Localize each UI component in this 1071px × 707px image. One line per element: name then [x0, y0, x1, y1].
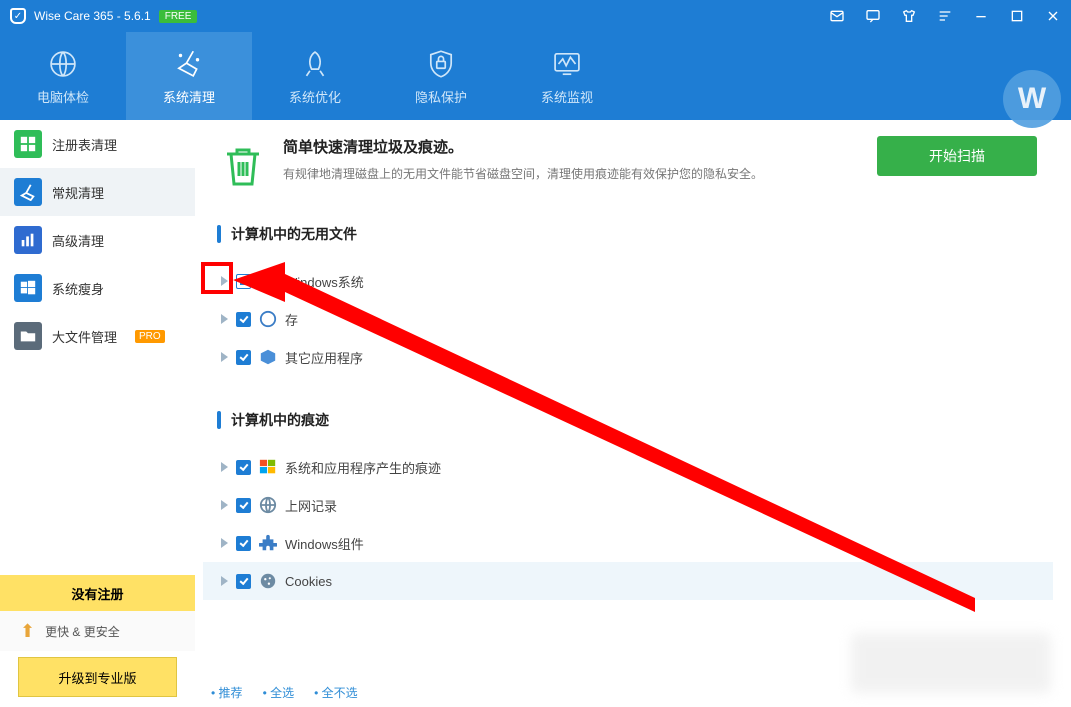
sidebar-label: 常规清理: [52, 183, 104, 202]
title-bar: ✓ Wise Care 365 - 5.6.1 FREE: [0, 0, 1071, 32]
sidebar-label: 大文件管理: [52, 327, 117, 346]
nav-bar: 电脑体检 系统清理 系统优化 隐私保护 系统监视 W: [0, 32, 1071, 120]
section-useless-files-title: 计算机中的无用文件: [217, 224, 1053, 244]
nav-label: 系统优化: [289, 87, 341, 106]
nav-system-optimize[interactable]: 系统优化: [252, 32, 378, 120]
footer-select-all[interactable]: 全选: [263, 684, 295, 701]
row-label: Cookies: [285, 574, 332, 589]
nav-label: 隐私保护: [415, 87, 467, 106]
checkbox[interactable]: [236, 274, 251, 289]
folder-icon: [14, 322, 42, 350]
footer-select-none[interactable]: 全不选: [314, 684, 358, 701]
unregistered-banner[interactable]: 没有注册: [0, 575, 195, 611]
nav-label: 系统清理: [163, 87, 215, 106]
expand-icon[interactable]: [221, 500, 228, 510]
nav-system-clean[interactable]: 系统清理: [126, 32, 252, 120]
watermark-blur: [851, 633, 1051, 693]
mail-icon[interactable]: [819, 0, 855, 32]
registry-icon: [14, 130, 42, 158]
row-cache[interactable]: 存: [203, 300, 1053, 338]
sidebar-label: 注册表清理: [52, 135, 117, 154]
sidebar-registry-clean[interactable]: 注册表清理: [0, 120, 195, 168]
footer-links: 推荐 全选 全不选: [211, 684, 358, 701]
minimize-button[interactable]: [963, 0, 999, 32]
maximize-button[interactable]: [999, 0, 1035, 32]
header-subtitle: 有规律地清理磁盘上的无用文件能节省磁盘空间，清理使用痕迹能有效保护您的隐私安全。: [283, 165, 763, 182]
nav-privacy[interactable]: 隐私保护: [378, 32, 504, 120]
checkbox[interactable]: [236, 574, 251, 589]
row-label: 其它应用程序: [285, 348, 363, 367]
sidebar-bigfile[interactable]: 大文件管理 PRO: [0, 312, 195, 360]
row-label: 系统和应用程序产生的痕迹: [285, 458, 441, 477]
row-windows-components[interactable]: Windows组件: [203, 524, 1053, 562]
annotation-box: [201, 262, 233, 294]
puzzle-icon: [259, 534, 277, 552]
menu-icon[interactable]: [927, 0, 963, 32]
section-traces-title: 计算机中的痕迹: [217, 410, 1053, 430]
sidebar: 注册表清理 常规清理 高级清理 系统瘦身 大文件管理 PRO 没有注册 ⬆ 更快…: [0, 120, 195, 707]
footer-recommend[interactable]: 推荐: [211, 684, 243, 701]
nav-pc-check[interactable]: 电脑体检: [0, 32, 126, 120]
row-system-traces[interactable]: 系统和应用程序产生的痕迹: [203, 448, 1053, 486]
box-icon: [259, 348, 277, 366]
content-panel: 简单快速清理垃圾及痕迹。 有规律地清理磁盘上的无用文件能节省磁盘空间，清理使用痕…: [195, 120, 1071, 707]
broom-icon: [172, 47, 206, 81]
chart-icon: [14, 226, 42, 254]
sidebar-label: 高级清理: [52, 231, 104, 250]
pro-badge: PRO: [135, 330, 165, 343]
globe-small-icon: [259, 310, 277, 328]
header-title: 简单快速清理垃圾及痕迹。: [283, 136, 763, 157]
row-cookies[interactable]: Cookies: [203, 562, 1053, 600]
checkbox[interactable]: [236, 498, 251, 513]
upgrade-hint-label: 更快 & 更安全: [45, 623, 120, 640]
shirt-icon[interactable]: [891, 0, 927, 32]
rocket-icon: [298, 47, 332, 81]
windows-flag-icon: [259, 272, 277, 290]
trash-icon: [213, 136, 273, 196]
free-badge: FREE: [159, 10, 198, 23]
row-browsing[interactable]: 上网记录: [203, 486, 1053, 524]
nav-monitor[interactable]: 系统监视: [504, 32, 630, 120]
checkbox[interactable]: [236, 536, 251, 551]
windows-icon: [14, 274, 42, 302]
nav-label: 电脑体检: [37, 87, 89, 106]
row-windows-system[interactable]: Windows系统: [203, 262, 1053, 300]
row-label: Windows组件: [285, 534, 364, 553]
cookie-icon: [259, 572, 277, 590]
feedback-icon[interactable]: [855, 0, 891, 32]
windows-flag-icon: [259, 458, 277, 476]
close-button[interactable]: [1035, 0, 1071, 32]
globe-small-icon: [259, 496, 277, 514]
sidebar-label: 系统瘦身: [52, 279, 104, 298]
upgrade-hint[interactable]: ⬆ 更快 & 更安全: [0, 611, 195, 651]
sidebar-system-slim[interactable]: 系统瘦身: [0, 264, 195, 312]
start-scan-button[interactable]: 开始扫描: [877, 136, 1037, 176]
checkbox[interactable]: [236, 312, 251, 327]
expand-icon[interactable]: [221, 314, 228, 324]
expand-icon[interactable]: [221, 352, 228, 362]
sidebar-common-clean[interactable]: 常规清理: [0, 168, 195, 216]
globe-icon: [46, 47, 80, 81]
row-label: Windows系统: [285, 272, 364, 291]
nav-label: 系统监视: [541, 87, 593, 106]
expand-icon[interactable]: [221, 462, 228, 472]
lock-shield-icon: [424, 47, 458, 81]
expand-icon[interactable]: [221, 538, 228, 548]
row-label: 上网记录: [285, 496, 337, 515]
checkbox[interactable]: [236, 350, 251, 365]
row-other-apps[interactable]: 其它应用程序: [203, 338, 1053, 376]
row-label: 存: [285, 310, 298, 329]
monitor-icon: [550, 47, 584, 81]
expand-icon[interactable]: [221, 576, 228, 586]
app-shield-icon: ✓: [10, 8, 26, 24]
sidebar-advanced-clean[interactable]: 高级清理: [0, 216, 195, 264]
upgrade-pro-button[interactable]: 升级到专业版: [18, 657, 177, 697]
up-arrow-icon: ⬆: [20, 621, 35, 642]
broom-small-icon: [14, 178, 42, 206]
checkbox[interactable]: [236, 460, 251, 475]
title-text: Wise Care 365 - 5.6.1: [34, 9, 151, 23]
